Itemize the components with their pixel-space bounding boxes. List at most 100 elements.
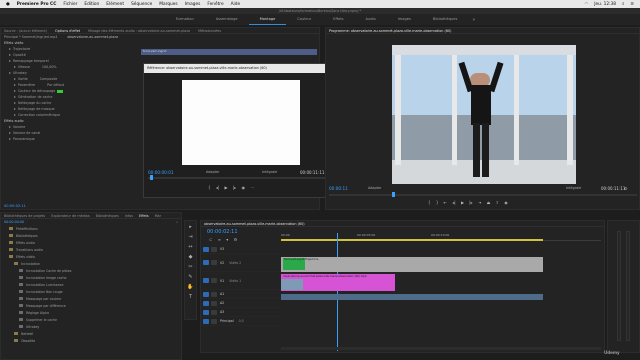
tab-audio-clip-mixer[interactable]: Mixage des éléments audio : observatoire… xyxy=(88,29,190,33)
disclosure-triangle-icon[interactable] xyxy=(14,108,16,110)
disclosure-triangle-icon[interactable] xyxy=(9,132,11,134)
work-area-bar[interactable] xyxy=(281,239,543,241)
reference-timecode-right[interactable]: 00:00:11:11 xyxy=(300,170,324,175)
tab-libraries[interactable]: Bibliothèques xyxy=(96,214,119,218)
workspace-effets[interactable]: Effets xyxy=(322,14,354,25)
track-target-button[interactable] xyxy=(203,318,209,324)
track-header[interactable]: A3 xyxy=(201,308,281,317)
track-header[interactable]: A1 xyxy=(201,290,281,299)
clip-v2[interactable]: fond-vert-ingrid-Trajectoire xyxy=(281,257,543,272)
timeline-scrollbar[interactable] xyxy=(281,347,601,350)
timeline-ruler[interactable]: 00:00 00:00:05:00 00:00:10:00 xyxy=(281,233,601,241)
track-header[interactable]: V1 Vidéo 1 xyxy=(201,272,281,290)
track-target-button[interactable] xyxy=(203,300,209,306)
effects-list-item[interactable]: Incrustation Image cache xyxy=(1,274,181,281)
effects-search-icon[interactable]: ⌕ xyxy=(176,220,178,224)
tab-project-libraries[interactable]: Bibliothèques de projets xyxy=(4,214,45,218)
menu-aide[interactable]: Aide xyxy=(231,2,241,7)
tab-source[interactable]: Source : (aucun élément) xyxy=(4,29,47,33)
menu-marques[interactable]: Marques xyxy=(159,2,177,7)
disclosure-triangle-icon[interactable] xyxy=(9,72,11,74)
step-forward-icon[interactable]: |▸ xyxy=(233,185,236,190)
prog-go-in-icon[interactable]: ⇤ xyxy=(444,200,447,205)
effects-list-item[interactable]: Masquage par couleur xyxy=(1,295,181,302)
disclosure-triangle-icon[interactable] xyxy=(9,54,11,56)
track-header[interactable]: V2 Vidéo 2 xyxy=(201,254,281,272)
track-lock-icon[interactable] xyxy=(211,318,217,324)
menu-list-icon[interactable]: ≡ xyxy=(630,2,634,7)
prog-lift-icon[interactable]: ⏏ xyxy=(487,200,491,205)
type-tool-icon[interactable]: T xyxy=(187,294,194,301)
menu-element[interactable]: Elément xyxy=(106,2,124,7)
program-playhead[interactable] xyxy=(392,192,395,197)
workspace-montage[interactable]: Montage xyxy=(248,14,287,25)
program-scrubber[interactable] xyxy=(329,194,637,196)
effects-list-item[interactable]: Ultrakey xyxy=(1,323,181,330)
track-header[interactable]: Principal 0,0 xyxy=(201,317,281,326)
tab-info[interactable]: Infos xyxy=(125,214,133,218)
menu-fenetre[interactable]: Fenêtre xyxy=(207,2,223,7)
disclosure-triangle-icon[interactable] xyxy=(14,102,16,104)
program-timecode-right[interactable]: 00:00:11:11 xyxy=(601,186,625,191)
prog-mark-out-icon[interactable]: } xyxy=(436,200,439,205)
prog-camera-icon[interactable]: ◉ xyxy=(504,200,508,205)
reference-more-icon[interactable]: ⋯ xyxy=(250,185,254,190)
reference-playhead[interactable] xyxy=(150,175,153,180)
workspace-assemblage[interactable]: Assemblage xyxy=(205,14,249,25)
effects-list-item[interactable]: Obsolète xyxy=(1,337,181,344)
disclosure-triangle-icon[interactable] xyxy=(14,66,16,68)
effects-list-item[interactable]: Réglage Alpha xyxy=(1,309,181,316)
prog-go-out-icon[interactable]: ⇥ xyxy=(478,200,481,205)
timeline-timecode[interactable]: 00:00:02:11 xyxy=(207,229,238,235)
menu-images[interactable]: Images xyxy=(185,2,201,7)
apple-icon[interactable]: ● xyxy=(6,2,10,7)
add-marker-icon[interactable]: ▾ xyxy=(226,237,228,242)
workspace-audio[interactable]: Audio xyxy=(355,14,387,25)
ecp-timecode[interactable]: 00:00:02:11 xyxy=(4,204,26,208)
track-target-button[interactable] xyxy=(203,246,209,252)
hand-tool-icon[interactable]: ✋ xyxy=(187,284,194,291)
prog-extract-icon[interactable]: ⇪ xyxy=(496,200,499,205)
disclosure-triangle-icon[interactable] xyxy=(9,126,11,128)
effects-list-item[interactable]: Supprimer le cache xyxy=(1,316,181,323)
clip-a1[interactable] xyxy=(281,294,543,300)
effects-list-item[interactable]: Incrustation Non rouge xyxy=(1,288,181,295)
effects-list-item[interactable]: Incrustation Luminance xyxy=(1,281,181,288)
menu-edition[interactable]: Edition xyxy=(84,2,99,7)
prog-step-back-icon[interactable]: ◂| xyxy=(452,200,455,205)
key-color-swatch[interactable] xyxy=(57,89,64,93)
workspace-bibliotheques[interactable]: Bibliothèques xyxy=(422,14,468,25)
menu-fichier[interactable]: Fichier xyxy=(63,2,77,7)
tab-effects[interactable]: Effets xyxy=(139,214,149,218)
effects-list-item[interactable]: Effets audio xyxy=(1,239,181,246)
disclosure-triangle-icon[interactable] xyxy=(14,96,16,98)
program-timecode-left[interactable]: 00:00:11 xyxy=(329,186,348,191)
timeline-settings-icon[interactable]: ⚙ xyxy=(234,237,238,242)
effects-list-item[interactable]: Prédéfinitions xyxy=(1,225,181,232)
workspace-formation[interactable]: Formation xyxy=(165,14,205,25)
track-lock-icon[interactable] xyxy=(211,278,217,283)
app-name[interactable]: Premiere Pro CC xyxy=(17,2,57,7)
track-target-button[interactable] xyxy=(203,260,209,265)
play-icon[interactable]: ▶ xyxy=(224,185,227,190)
effects-list-item[interactable]: Bibliothèques xyxy=(1,232,181,239)
workspace-images[interactable]: Images xyxy=(387,14,422,25)
workspace-overflow-icon[interactable]: » xyxy=(472,17,475,23)
tab-effect-options[interactable]: Options d'effet xyxy=(55,29,80,33)
ecp-clip-bar[interactable]: fond-vert-ingrid xyxy=(141,49,317,55)
selection-tool-icon[interactable]: ▸ xyxy=(187,224,194,231)
prog-play-icon[interactable]: ▶ xyxy=(461,200,464,205)
sequence-tab[interactable]: observatoire-au-sommet-plaza-ville-marie… xyxy=(204,222,305,226)
master-clip-label[interactable]: observatoire-au-sommet-plaza xyxy=(67,35,118,39)
effects-list-item[interactable]: Masquage par différence xyxy=(1,302,181,309)
effects-list-item[interactable]: Incrustation xyxy=(1,260,181,267)
tab-markers[interactable]: Mar xyxy=(155,214,161,218)
disclosure-triangle-icon[interactable] xyxy=(14,84,16,86)
linked-selection-icon[interactable]: ∞ xyxy=(218,237,221,242)
menu-sequence[interactable]: Séquence xyxy=(131,2,152,7)
track-lock-icon[interactable] xyxy=(211,291,217,297)
step-back-icon[interactable]: ◂| xyxy=(216,185,219,190)
mark-in-icon[interactable]: { xyxy=(208,185,211,190)
effect-row-value[interactable]: Composite xyxy=(40,77,58,81)
disclosure-triangle-icon[interactable] xyxy=(14,78,16,80)
